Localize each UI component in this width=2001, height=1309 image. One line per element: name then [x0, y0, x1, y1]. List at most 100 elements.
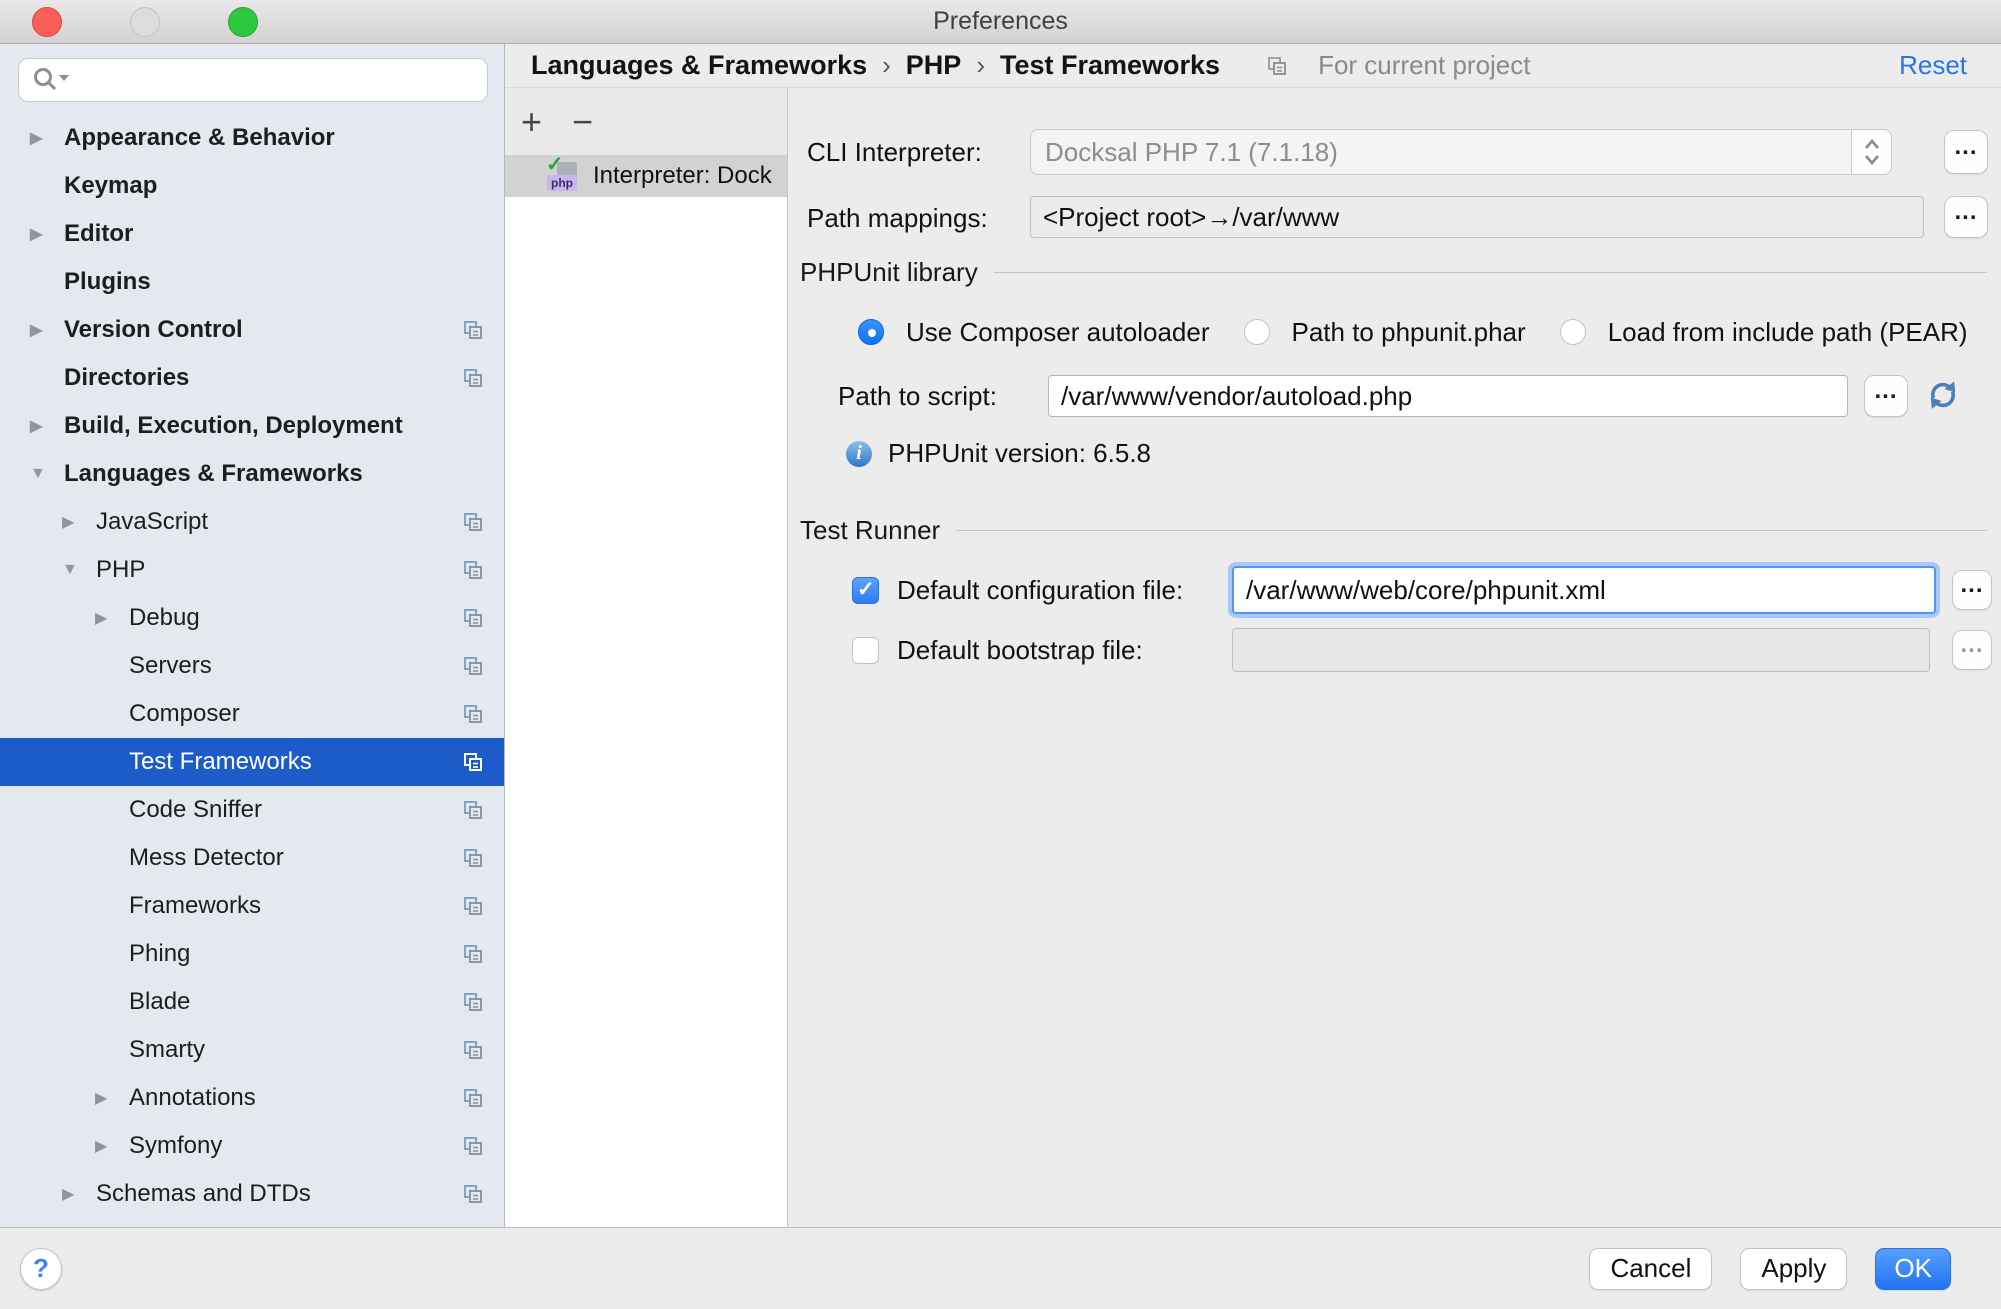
cli-interpreter-select[interactable]: Docksal PHP 7.1 (7.1.18) [1030, 129, 1892, 175]
chevron-right-icon[interactable]: ▶ [95, 608, 129, 628]
chevron-right-icon[interactable]: ▶ [30, 128, 64, 148]
sidebar-item-label: Blade [129, 988, 190, 1016]
default-bootstrap-browse-button[interactable]: ... [1952, 630, 1992, 670]
default-config-label: Default configuration file: [897, 575, 1183, 606]
sidebar-item-annotations[interactable]: ▶Annotations [0, 1074, 504, 1122]
window-title: Preferences [0, 0, 2001, 44]
current-project-icon [462, 367, 484, 389]
default-bootstrap-checkbox[interactable] [852, 637, 879, 664]
default-config-browse-button[interactable]: ... [1952, 570, 1992, 610]
cli-interpreter-browse-button[interactable]: ... [1944, 130, 1988, 174]
help-button[interactable]: ? [20, 1248, 62, 1290]
default-config-checkbox[interactable] [852, 577, 879, 604]
sidebar-item-mess-detector[interactable]: Mess Detector [0, 834, 504, 882]
chevron-right-icon[interactable]: ▶ [95, 1136, 129, 1156]
sidebar-item-directories[interactable]: Directories [0, 354, 504, 402]
chevron-right-icon[interactable]: ▶ [95, 1088, 129, 1108]
sidebar-item-test-frameworks[interactable]: Test Frameworks [0, 738, 504, 786]
sidebar-item-build-execution-deployment[interactable]: ▶Build, Execution, Deployment [0, 402, 504, 450]
sidebar-item-label: Languages & Frameworks [64, 460, 363, 488]
path-to-script-value: /var/www/vendor/autoload.php [1061, 381, 1412, 412]
search-dropdown-arrow [59, 75, 69, 81]
sidebar-item-label: JavaScript [96, 508, 208, 536]
path-mappings-value: <Project root>→/var/www [1043, 202, 1339, 233]
path-mappings-browse-button[interactable]: ... [1944, 196, 1988, 238]
path-mappings-field[interactable]: <Project root>→/var/www [1030, 196, 1924, 238]
sidebar-item-phing[interactable]: Phing [0, 930, 504, 978]
sidebar-item-languages-frameworks[interactable]: ▼Languages & Frameworks [0, 450, 504, 498]
sidebar-item-frameworks[interactable]: Frameworks [0, 882, 504, 930]
sidebar-item-label: Plugins [64, 268, 151, 296]
sidebar-item-label: Test Frameworks [129, 748, 312, 776]
current-project-icon [462, 511, 484, 533]
sidebar-item-label: Schemas and DTDs [96, 1180, 311, 1208]
sidebar-item-smarty[interactable]: Smarty [0, 1026, 504, 1074]
radio-path-to-phpunit-phar[interactable]: Path to phpunit.phar [1244, 317, 1526, 348]
section-divider [956, 530, 1987, 531]
sidebar-item-label: Mess Detector [129, 844, 284, 872]
default-config-value: /var/www/web/core/phpunit.xml [1246, 575, 1606, 606]
sidebar-item-label: Composer [129, 700, 240, 728]
stepper-icon[interactable] [1851, 130, 1891, 174]
path-to-script-field[interactable]: /var/www/vendor/autoload.php [1048, 375, 1848, 417]
sidebar-item-servers[interactable]: Servers [0, 642, 504, 690]
radio-load-from-include-path-pear[interactable]: Load from include path (PEAR) [1560, 317, 1968, 348]
phpunit-library-section: PHPUnit library [800, 248, 1987, 296]
test-runner-section: Test Runner [800, 506, 1987, 554]
sidebar-item-label: Appearance & Behavior [64, 124, 335, 152]
chevron-right-icon[interactable]: ▶ [30, 224, 64, 244]
search-input[interactable] [18, 58, 488, 102]
add-interpreter-button[interactable]: + [521, 104, 542, 140]
path-to-script-browse-button[interactable]: ... [1864, 375, 1908, 417]
breadcrumb-segment[interactable]: Test Frameworks [1000, 50, 1220, 81]
sidebar-item-version-control[interactable]: ▶Version Control [0, 306, 504, 354]
remove-interpreter-button[interactable]: − [572, 104, 593, 140]
sidebar-item-javascript[interactable]: ▶JavaScript [0, 498, 504, 546]
default-bootstrap-label: Default bootstrap file: [897, 635, 1143, 666]
apply-button[interactable]: Apply [1740, 1248, 1847, 1290]
refresh-icon[interactable] [1926, 377, 1960, 413]
sidebar-item-editor[interactable]: ▶Editor [0, 210, 504, 258]
footer-bar: ? Cancel Apply OK [0, 1227, 2001, 1309]
sidebar-item-label: PHP [96, 556, 145, 584]
breadcrumb-bar: Languages & Frameworks › PHP › Test Fram… [505, 44, 2001, 88]
sidebar-item-blade[interactable]: Blade [0, 978, 504, 1026]
sidebar-item-keymap[interactable]: Keymap [0, 162, 504, 210]
sidebar-item-label: Editor [64, 220, 133, 248]
breadcrumb-segment[interactable]: Languages & Frameworks [531, 50, 867, 81]
current-project-icon [462, 1087, 484, 1109]
chevron-right-icon[interactable]: ▶ [30, 320, 64, 340]
phpunit-version-text: PHPUnit version: 6.5.8 [888, 438, 1151, 469]
sidebar-item-php[interactable]: ▼PHP [0, 546, 504, 594]
breadcrumb-segment[interactable]: PHP [906, 50, 962, 81]
scope-label: For current project [1318, 50, 1530, 81]
info-icon: i [846, 441, 872, 467]
sidebar-item-debug[interactable]: ▶Debug [0, 594, 504, 642]
current-project-icon [462, 1183, 484, 1205]
interpreter-list-item[interactable]: ✓ php Interpreter: Dock [505, 155, 787, 197]
chevron-right-icon[interactable]: ▶ [30, 416, 64, 436]
radio-label: Path to phpunit.phar [1292, 317, 1526, 348]
current-project-icon [462, 1039, 484, 1061]
chevron-down-icon[interactable]: ▼ [62, 561, 96, 579]
path-mappings-label: Path mappings: [807, 196, 988, 240]
sidebar-item-symfony[interactable]: ▶Symfony [0, 1122, 504, 1170]
radio-use-composer-autoloader[interactable]: Use Composer autoloader [858, 317, 1210, 348]
chevron-down-icon[interactable]: ▼ [30, 465, 64, 483]
sidebar-item-code-sniffer[interactable]: Code Sniffer [0, 786, 504, 834]
sidebar-item-composer[interactable]: Composer [0, 690, 504, 738]
chevron-right-icon[interactable]: ▶ [62, 512, 96, 532]
chevron-right-icon[interactable]: ▶ [62, 1184, 96, 1204]
interpreter-toolbar: + − [505, 88, 787, 155]
sidebar-item-plugins[interactable]: Plugins [0, 258, 504, 306]
current-project-icon [462, 991, 484, 1013]
cancel-button[interactable]: Cancel [1589, 1248, 1712, 1290]
ok-button[interactable]: OK [1875, 1248, 1951, 1290]
reset-link[interactable]: Reset [1899, 50, 1967, 81]
checkmark-icon: ✓ [546, 155, 564, 177]
default-config-field[interactable]: /var/www/web/core/phpunit.xml [1232, 566, 1936, 614]
sidebar-item-appearance-behavior[interactable]: ▶Appearance & Behavior [0, 114, 504, 162]
sidebar-item-schemas-and-dtds[interactable]: ▶Schemas and DTDs [0, 1170, 504, 1218]
sidebar-item-label: Servers [129, 652, 212, 680]
phpunit-library-title: PHPUnit library [800, 257, 978, 288]
